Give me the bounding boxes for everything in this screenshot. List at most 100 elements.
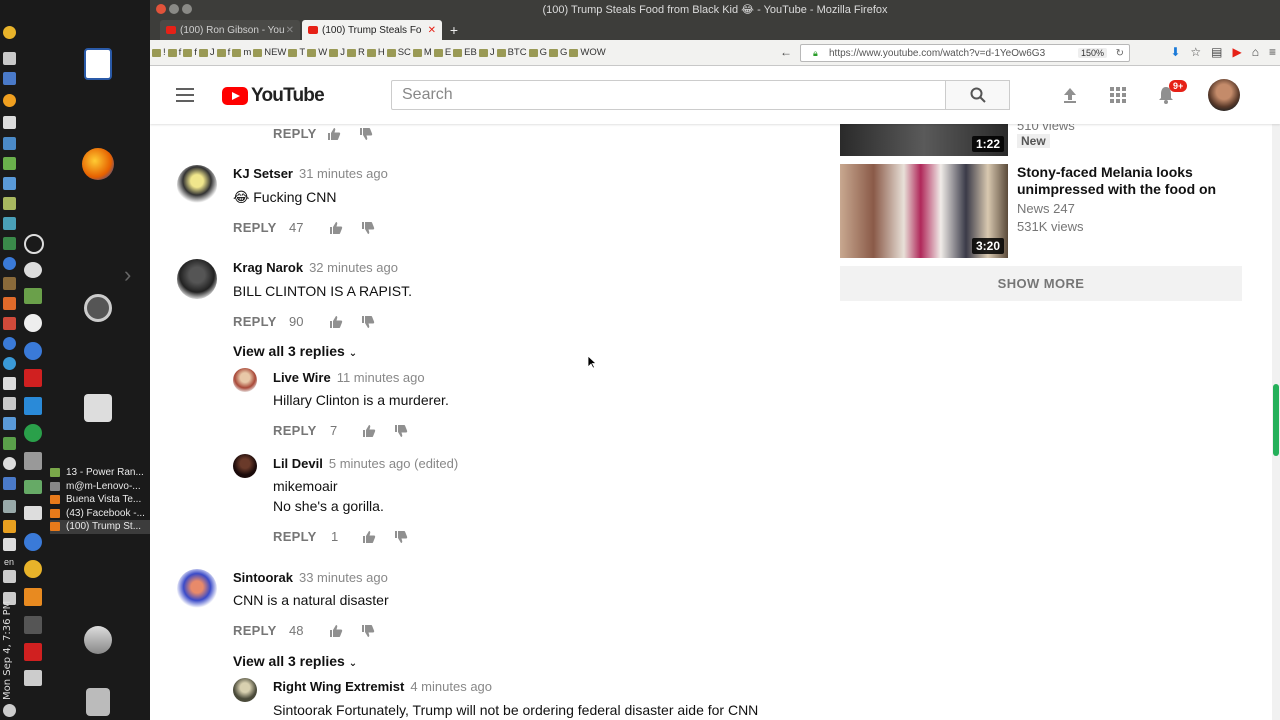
reload-icon[interactable]: ↻	[1116, 48, 1124, 59]
bookmark-item[interactable]: f	[167, 47, 181, 58]
filezilla-icon[interactable]	[24, 643, 42, 661]
video-title[interactable]: Stony-faced Melania looks unimpressed wi…	[1017, 164, 1227, 198]
app-icon[interactable]	[3, 26, 16, 39]
bookmark-item[interactable]: f	[216, 47, 230, 58]
app-icon[interactable]	[3, 72, 16, 85]
bookmark-item[interactable]: H	[366, 47, 385, 58]
app-icon[interactable]	[24, 616, 42, 634]
zoom-level[interactable]: 150%	[1077, 48, 1107, 58]
app-icon[interactable]	[24, 314, 42, 332]
youtube-addon-icon[interactable]: ▶	[1233, 45, 1242, 59]
menu-icon[interactable]: ≡	[1269, 45, 1276, 59]
comment-time[interactable]: 11 minutes ago	[337, 370, 425, 385]
upload-icon[interactable]	[1061, 86, 1079, 104]
app-icon[interactable]	[24, 262, 42, 278]
page-scrollbar[interactable]	[1272, 124, 1280, 720]
filezilla-icon[interactable]	[24, 369, 42, 387]
avatar[interactable]	[177, 569, 217, 609]
hamburger-menu-icon[interactable]	[176, 88, 194, 102]
firefox-icon[interactable]	[82, 148, 114, 180]
app-icon[interactable]	[3, 177, 16, 190]
comment-time[interactable]: 5 minutes ago (edited)	[329, 456, 458, 471]
power-icon[interactable]	[3, 704, 16, 717]
bookmark-item[interactable]: E	[433, 47, 451, 58]
video-thumbnail[interactable]: 3:20	[840, 164, 1008, 258]
show-more-button[interactable]: SHOW MORE	[840, 266, 1242, 301]
minimize-window-button[interactable]	[169, 4, 179, 14]
back-arrow-icon[interactable]: ←	[780, 45, 792, 59]
home-icon[interactable]: ⌂	[1252, 45, 1259, 59]
comment-author[interactable]: Sintoorak 33 minutes ago	[233, 570, 388, 585]
reply-button[interactable]: REPLY	[273, 126, 317, 141]
telegram-icon[interactable]	[24, 424, 42, 442]
comment-time[interactable]: 31 minutes ago	[299, 166, 388, 181]
bookmark-item[interactable]: SC	[386, 47, 411, 58]
bookmark-item[interactable]: J	[329, 47, 345, 58]
thumbs-up-icon[interactable]	[329, 221, 343, 235]
avatar[interactable]	[177, 259, 217, 299]
app-icon[interactable]	[3, 317, 16, 330]
app-icon[interactable]	[3, 277, 16, 290]
thumbs-down-icon[interactable]	[394, 424, 408, 438]
comment-author[interactable]: Live Wire 11 minutes ago	[273, 370, 425, 385]
app-icon[interactable]	[3, 237, 16, 250]
youtube-logo[interactable]: YouTube	[222, 85, 325, 107]
bookmark-item[interactable]: WOW	[569, 47, 606, 58]
new-tab-button[interactable]: +	[444, 20, 464, 40]
taskbar-item[interactable]: (100) Trump St...	[50, 520, 150, 534]
obs-icon[interactable]	[24, 234, 44, 254]
taskbar-item[interactable]: 13 - Power Ran...	[50, 466, 150, 480]
app-icon[interactable]	[24, 560, 42, 578]
reply-button[interactable]: REPLY	[233, 220, 277, 235]
vlc-icon[interactable]	[24, 588, 42, 606]
close-tab-icon[interactable]: ✕	[286, 25, 294, 36]
bitcoin-icon[interactable]	[3, 94, 16, 107]
comment-time[interactable]: 32 minutes ago	[309, 260, 398, 275]
taskbar-item[interactable]: m@m-Lenovo-...	[50, 480, 150, 494]
bookmark-item[interactable]: W	[307, 47, 327, 58]
wifi-icon[interactable]	[3, 538, 16, 551]
app-icon[interactable]	[24, 288, 42, 304]
comment-author[interactable]: Lil Devil 5 minutes ago (edited)	[273, 456, 458, 471]
url-bar[interactable]: 🔒︎ https://www.youtube.com/watch?v=d-1Ye…	[800, 44, 1130, 62]
bookmark-item[interactable]: R	[346, 47, 365, 58]
app-icon[interactable]	[3, 52, 16, 65]
bookmark-item[interactable]: EB	[453, 47, 477, 58]
author-name[interactable]: Right Wing Extremist	[273, 679, 404, 694]
app-icon[interactable]	[3, 477, 16, 490]
author-name[interactable]: Live Wire	[273, 370, 331, 385]
author-name[interactable]: KJ Setser	[233, 166, 293, 181]
reply-button[interactable]: REPLY	[273, 529, 317, 544]
app-icon[interactable]	[3, 297, 16, 310]
bookmark-item[interactable]: BTC	[496, 47, 527, 58]
comment-author[interactable]: Right Wing Extremist 4 minutes ago	[273, 679, 492, 694]
reply-button[interactable]: REPLY	[233, 623, 277, 638]
search-input[interactable]: Search	[391, 80, 946, 110]
app-icon[interactable]	[3, 157, 16, 170]
library-icon[interactable]: ▤	[1211, 45, 1222, 59]
app-icon[interactable]	[3, 337, 16, 350]
comment-time[interactable]: 33 minutes ago	[299, 570, 388, 585]
author-name[interactable]: Lil Devil	[273, 456, 323, 471]
avatar[interactable]	[233, 368, 257, 392]
comment-author[interactable]: KJ Setser 31 minutes ago	[233, 166, 388, 181]
app-icon[interactable]	[3, 357, 16, 370]
app-icon[interactable]	[24, 452, 42, 470]
avatar[interactable]	[177, 165, 217, 205]
maximize-window-button[interactable]	[182, 4, 192, 14]
thumbs-up-icon[interactable]	[329, 315, 343, 329]
app-icon[interactable]	[24, 397, 42, 415]
search-button[interactable]	[946, 80, 1010, 110]
avatar[interactable]	[233, 454, 257, 478]
app-icon[interactable]	[3, 197, 16, 210]
thumbs-up-icon[interactable]	[362, 530, 376, 544]
language-indicator[interactable]: en	[4, 557, 14, 567]
scrollbar-thumb[interactable]	[1273, 384, 1279, 456]
bookmark-item[interactable]: M	[412, 47, 432, 58]
thumbs-down-icon[interactable]	[359, 127, 373, 141]
app-icon[interactable]	[3, 397, 16, 410]
volume-icon[interactable]	[3, 570, 16, 583]
thumbs-down-icon[interactable]	[361, 624, 375, 638]
writer-document-icon[interactable]	[84, 48, 112, 80]
bookmark-item[interactable]: G	[548, 47, 567, 58]
